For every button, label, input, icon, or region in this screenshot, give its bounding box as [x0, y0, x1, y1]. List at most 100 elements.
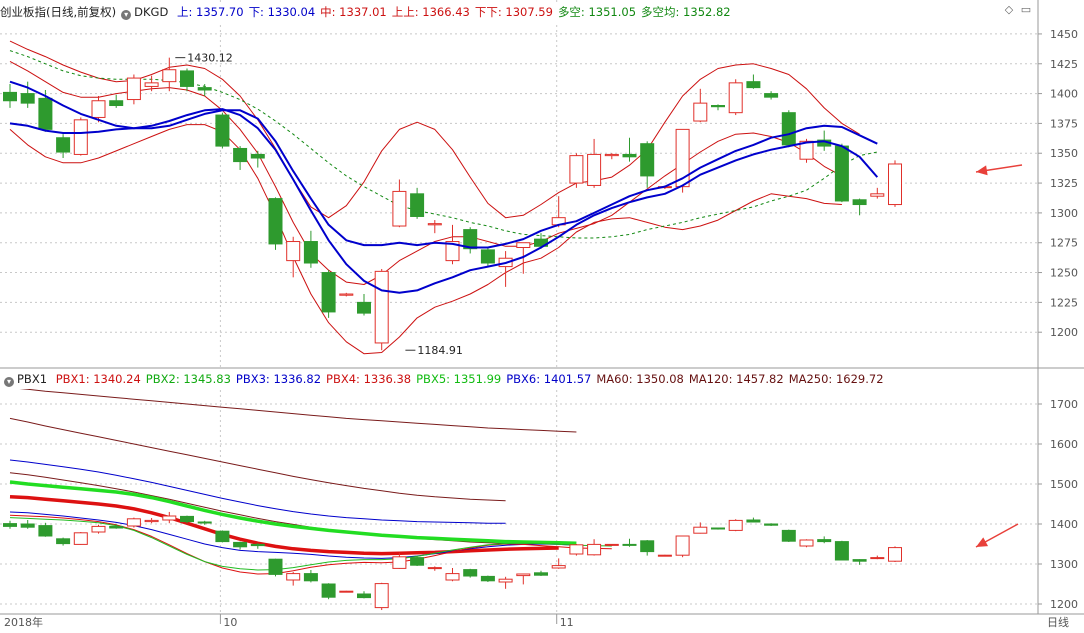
series-line-下 — [9, 108, 879, 294]
series-line-上上 — [9, 40, 860, 219]
candle-body — [56, 538, 71, 545]
candle-body — [392, 556, 407, 569]
candle-body — [569, 155, 584, 184]
indicator-toggle-icon[interactable]: ▾ — [121, 10, 132, 20]
series-line-上 — [9, 80, 878, 249]
y-tick-label: 1200 — [1050, 598, 1078, 611]
candle-body — [357, 301, 371, 314]
bottom-legend-items: PBX1: 1340.24 PBX2: 1345.83 PBX3: 1336.82 P… — [56, 372, 889, 386]
candle-body — [73, 119, 88, 155]
candle-body — [38, 525, 53, 537]
y-tick-label: 1200 — [1050, 326, 1078, 339]
candle-body — [339, 293, 354, 296]
candle-body — [180, 70, 194, 87]
y-tick-label: 1300 — [1050, 207, 1078, 220]
bottom-indicator-toggle-icon[interactable]: ▾ — [4, 377, 14, 387]
candle-body — [781, 112, 796, 146]
bottom-legend-item: PBX3: 1336.82 — [235, 372, 322, 386]
candle-body — [374, 583, 389, 609]
candle-body — [126, 518, 141, 527]
y-tick-label: 1425 — [1050, 58, 1078, 71]
bottom-legend-item: PBX5: 1351.99 — [416, 372, 502, 386]
y-tick-label: 1225 — [1050, 296, 1078, 309]
candle-body — [20, 93, 35, 104]
annotation-arrow-head — [976, 165, 988, 176]
candle-body — [463, 569, 478, 577]
candle-body — [746, 519, 761, 523]
candle-body — [233, 147, 248, 163]
bottom-legend-item: PBX6: 1401.57 — [506, 372, 592, 386]
candle-body — [834, 145, 849, 202]
chart-canvas: 1200 1225 1250 1275 1300 1325 1350 1375 1400 1425… — [0, 0, 1084, 629]
candle-body — [445, 573, 460, 581]
y-tick-label: 1600 — [1050, 438, 1078, 451]
candle-body — [480, 249, 495, 264]
x-axis-label: 2018年 — [4, 615, 43, 629]
candle-body — [799, 539, 814, 547]
y-tick-label: 1700 — [1050, 398, 1078, 411]
candle-body — [144, 82, 159, 87]
candle-body — [321, 583, 336, 598]
bottom-legend-item: PBX1: 1340.24 — [55, 372, 141, 386]
candle-body — [3, 523, 17, 527]
candle-body — [162, 69, 177, 83]
y-tick-label: 1300 — [1050, 558, 1078, 571]
bottom-legend-item: MA60: 1350.08 — [596, 372, 684, 386]
candle-body — [746, 81, 761, 89]
top-title: 创业板指(日线,前复权) — [0, 5, 117, 19]
candle-body — [410, 557, 425, 566]
candle-body — [604, 543, 619, 546]
candle-body — [250, 153, 265, 159]
candle-body — [640, 540, 655, 553]
top-legend-item: 上: 1357.70 — [176, 5, 244, 19]
series-line-PBX5 — [9, 480, 577, 545]
candle-body — [268, 198, 283, 245]
candle-body — [126, 77, 141, 101]
candle-body — [764, 523, 779, 526]
candle-body — [144, 519, 159, 523]
candle-body — [728, 519, 743, 531]
candle-body — [56, 137, 71, 153]
candle-body — [73, 532, 88, 545]
candle-body — [109, 525, 124, 529]
series-line-PBX2 — [9, 517, 612, 571]
candle-body — [427, 223, 442, 226]
period-label: 日线 — [1047, 615, 1069, 629]
candle-body — [3, 91, 17, 102]
candle-body — [852, 199, 867, 206]
candle-body — [516, 573, 531, 577]
candle-body — [374, 270, 389, 344]
panel-restore-icon[interactable]: ◇ — [1003, 4, 1015, 16]
candle-body — [551, 565, 566, 569]
bottom-legend-item: PBX2: 1345.83 — [145, 372, 231, 386]
candle-body — [622, 543, 637, 546]
bottom-legend-item: MA250: 1629.72 — [788, 372, 884, 386]
candle-body — [817, 539, 832, 543]
candle-body — [303, 573, 318, 582]
candle-body — [711, 527, 725, 530]
candle-body — [728, 82, 743, 114]
candle-body — [852, 559, 867, 562]
panel-settings-icon[interactable]: ▭ — [1020, 4, 1032, 16]
candle-body — [392, 190, 407, 227]
y-tick-label: 1325 — [1050, 177, 1078, 190]
top-legend: 创业板指(日线,前复权) ▾ DKGD 上: 1357.70 下: 1330.04 中:… — [0, 2, 741, 22]
candle-body — [480, 575, 495, 582]
candle-body — [197, 521, 212, 524]
candle-body — [180, 515, 194, 523]
top-legend-item: 上上: 1366.43 — [391, 5, 470, 19]
candle-body — [339, 590, 354, 593]
top-legend-item: 多空: 1351.05 — [557, 5, 637, 19]
top-indicator-name[interactable]: DKGD — [134, 5, 168, 19]
extreme-label: 1430.12 — [187, 52, 233, 65]
top-legend-item: 多空均: 1352.82 — [641, 5, 731, 19]
candle-body — [303, 241, 318, 264]
candle-body — [20, 523, 35, 528]
candle-body — [197, 87, 212, 91]
top-legend-item: 下下: 1307.59 — [474, 5, 553, 19]
candle-body — [91, 525, 106, 533]
bottom-indicator-name[interactable]: PBX1 — [17, 372, 47, 386]
extreme-label: 1184.91 — [417, 344, 463, 357]
candle-body — [410, 193, 425, 217]
candle-body — [286, 573, 301, 581]
